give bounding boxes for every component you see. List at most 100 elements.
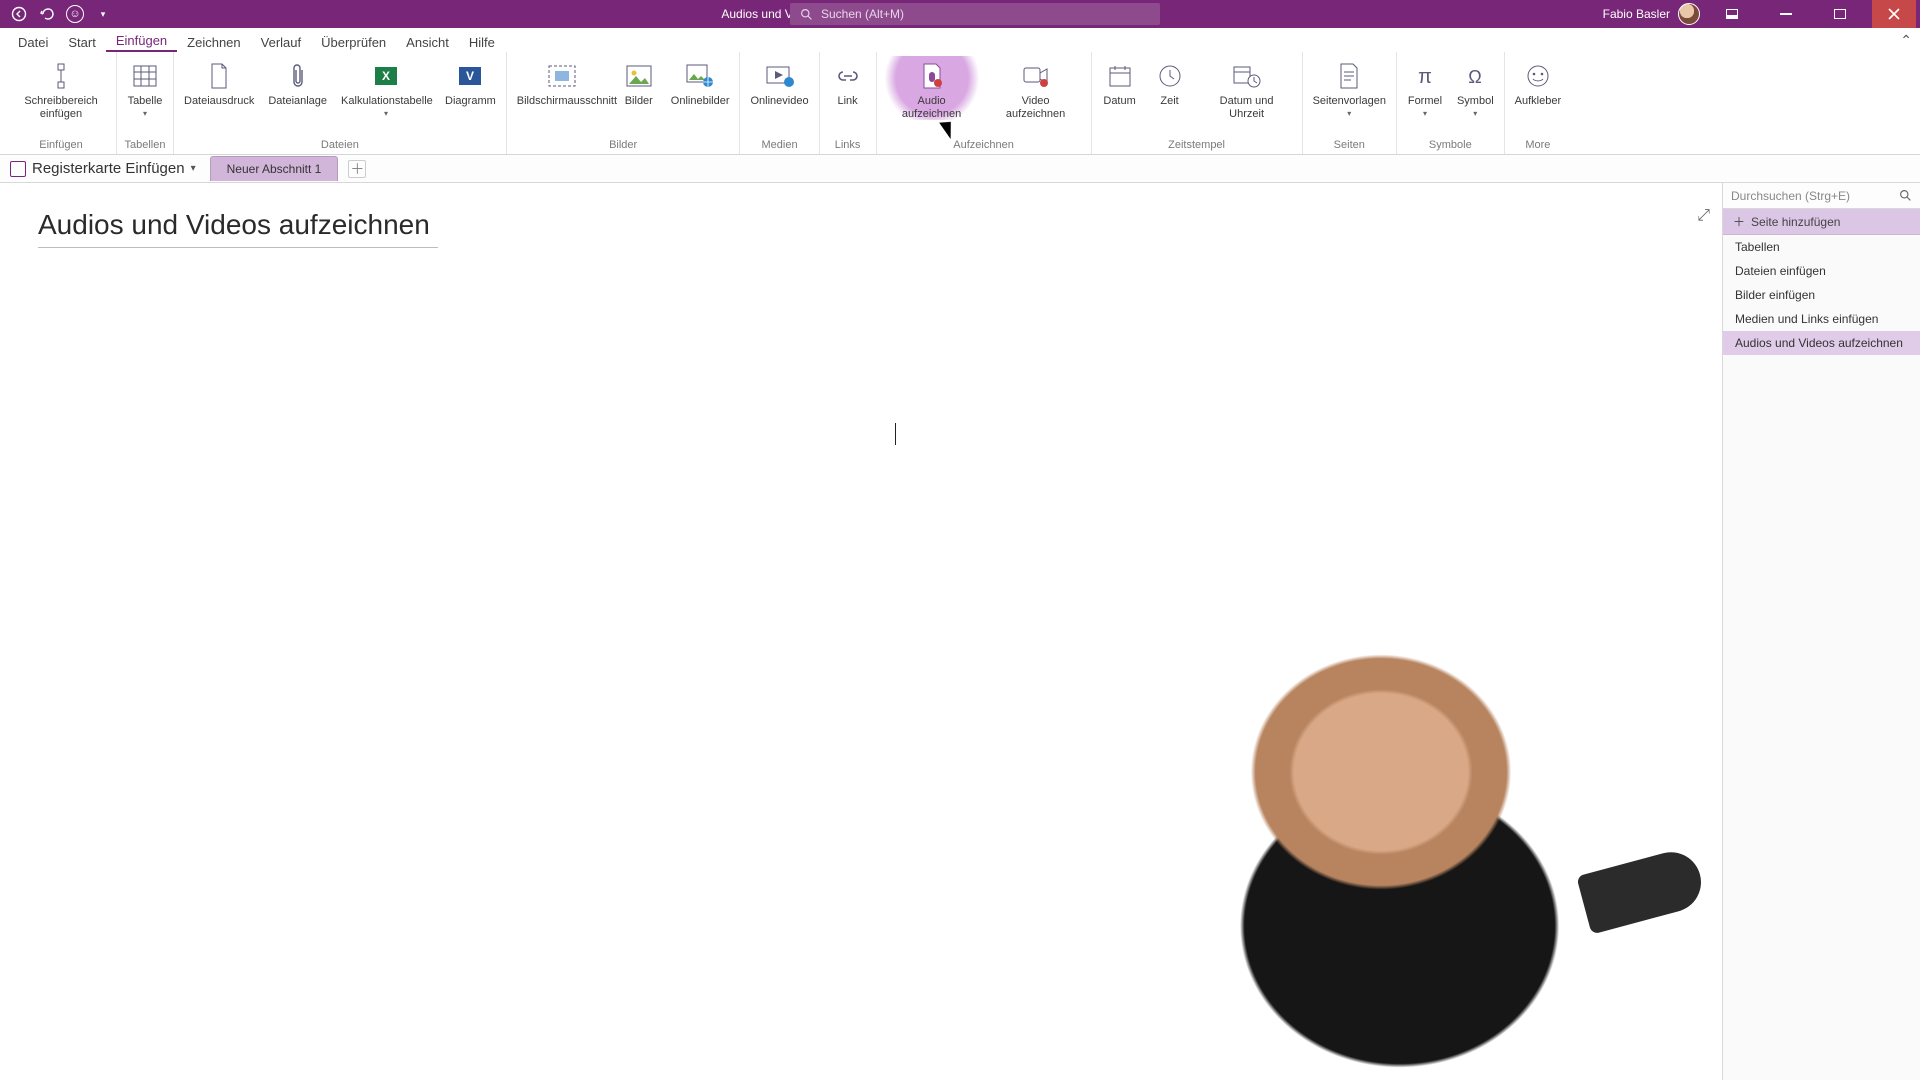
- diagram-button[interactable]: V Diagramm: [439, 56, 502, 108]
- ribbon-tabs: Datei Start Einfügen Zeichnen Verlauf Üb…: [0, 28, 1920, 52]
- clock-icon: [1154, 60, 1186, 92]
- search-box[interactable]: [790, 3, 1160, 25]
- spreadsheet-button[interactable]: X Kalkulationstabelle ▾: [335, 56, 437, 118]
- online-pictures-button[interactable]: Onlinebilder: [665, 56, 736, 108]
- group-medien: Onlinevideo Medien: [740, 52, 819, 154]
- avatar: [1678, 3, 1700, 25]
- chevron-down-icon: ▾: [1473, 109, 1477, 118]
- tab-datei[interactable]: Datei: [8, 31, 58, 52]
- section-bar: Registerkarte Einfügen ▾ Neuer Abschnitt…: [0, 155, 1920, 183]
- sync-icon[interactable]: ☺: [66, 5, 84, 23]
- user-name: Fabio Basler: [1603, 7, 1670, 21]
- group-label: More: [1525, 137, 1550, 154]
- insert-space-button[interactable]: Schreibbereich einfügen: [10, 56, 112, 120]
- record-audio-button[interactable]: Audio aufzeichnen: [881, 56, 983, 120]
- page-search-input[interactable]: [1731, 189, 1899, 203]
- plus-icon: ＋: [1733, 213, 1745, 230]
- group-tabellen: Tabelle ▾ Tabellen: [117, 52, 174, 154]
- tab-verlauf[interactable]: Verlauf: [251, 31, 311, 52]
- back-icon[interactable]: [10, 5, 28, 23]
- visio-icon: V: [454, 60, 486, 92]
- online-picture-icon: [684, 60, 716, 92]
- tab-ansicht[interactable]: Ansicht: [396, 31, 459, 52]
- group-more: Aufkleber More: [1505, 52, 1571, 154]
- tab-hilfe[interactable]: Hilfe: [459, 31, 505, 52]
- page-templates-button[interactable]: Seitenvorlagen ▾: [1307, 56, 1392, 118]
- group-label: Seiten: [1334, 137, 1365, 154]
- chevron-down-icon: ▾: [1423, 109, 1427, 118]
- link-button[interactable]: Link: [824, 56, 872, 108]
- datetime-button[interactable]: Datum und Uhrzeit: [1196, 56, 1298, 120]
- svg-text:Ω: Ω: [1469, 67, 1482, 87]
- page-search[interactable]: [1723, 183, 1920, 209]
- symbol-button[interactable]: Ω Symbol ▾: [1451, 56, 1500, 118]
- calendar-icon: [1104, 60, 1136, 92]
- tab-ueberpruefen[interactable]: Überprüfen: [311, 31, 396, 52]
- page-list-item[interactable]: Medien und Links einfügen: [1723, 307, 1920, 331]
- online-video-button[interactable]: Onlinevideo: [744, 56, 814, 108]
- search-icon: [800, 8, 813, 21]
- page-canvas[interactable]: Audios und Videos aufzeichnen ⤢: [0, 183, 1722, 1080]
- minimize-button[interactable]: [1764, 0, 1808, 28]
- maximize-button[interactable]: [1818, 0, 1862, 28]
- notebook-selector[interactable]: Registerkarte Einfügen ▾: [6, 158, 200, 179]
- user-account[interactable]: Fabio Basler: [1603, 3, 1700, 25]
- main-area: Audios und Videos aufzeichnen ⤢ ＋ Seite …: [0, 183, 1920, 1080]
- group-label: Bilder: [609, 137, 637, 154]
- page-list-item[interactable]: Bilder einfügen: [1723, 283, 1920, 307]
- time-button[interactable]: Zeit: [1146, 56, 1194, 108]
- section-tab[interactable]: Neuer Abschnitt 1: [210, 156, 339, 181]
- microphone-icon: [1576, 845, 1707, 934]
- tab-einfuegen[interactable]: Einfügen: [106, 29, 177, 52]
- svg-text:X: X: [382, 69, 390, 83]
- symbol-icon: Ω: [1459, 60, 1491, 92]
- page-list-item[interactable]: Audios und Videos aufzeichnen: [1723, 331, 1920, 355]
- equation-button[interactable]: π Formel ▾: [1401, 56, 1449, 118]
- text-caret: [895, 423, 896, 445]
- chevron-down-icon: ▾: [384, 109, 388, 118]
- webcam-overlay: [1102, 640, 1722, 1080]
- page-list-panel: ＋ Seite hinzufügen Tabellen Dateien einf…: [1722, 183, 1920, 1080]
- group-dateien: Dateiausdruck Dateianlage X Kalkulations…: [174, 52, 507, 154]
- tab-start[interactable]: Start: [58, 31, 105, 52]
- group-label: Einfügen: [39, 137, 82, 154]
- page-list-item[interactable]: Tabellen: [1723, 235, 1920, 259]
- close-button[interactable]: [1872, 0, 1916, 28]
- expand-page-icon[interactable]: ⤢: [1697, 207, 1710, 225]
- excel-icon: X: [370, 60, 402, 92]
- group-links: Link Links: [820, 52, 877, 154]
- search-input[interactable]: [821, 7, 1150, 21]
- svg-text:V: V: [466, 69, 474, 83]
- add-page-button[interactable]: ＋ Seite hinzufügen: [1723, 209, 1920, 235]
- chevron-down-icon: ▾: [143, 109, 147, 118]
- pictures-button[interactable]: Bilder: [615, 56, 663, 108]
- screenshot-button[interactable]: Bildschirmausschnitt: [511, 56, 613, 108]
- equation-icon: π: [1409, 60, 1441, 92]
- search-icon: [1899, 189, 1912, 202]
- record-video-button[interactable]: Video aufzeichnen: [985, 56, 1087, 120]
- group-zeitstempel: Datum Zeit Datum und Uhrzeit Zeitstempel: [1092, 52, 1303, 154]
- page-list-item[interactable]: Dateien einfügen: [1723, 259, 1920, 283]
- file-printout-button[interactable]: Dateiausdruck: [178, 56, 260, 108]
- link-icon: [832, 60, 864, 92]
- file-attachment-button[interactable]: Dateianlage: [262, 56, 333, 108]
- stickers-button[interactable]: Aufkleber: [1509, 56, 1567, 108]
- add-section-button[interactable]: ＋: [348, 160, 366, 178]
- group-label: Tabellen: [125, 137, 166, 154]
- group-aufzeichnen: Audio aufzeichnen Video aufzeichnen Aufz…: [877, 52, 1092, 154]
- group-einfuegen: Schreibbereich einfügen Einfügen: [6, 52, 117, 154]
- insert-space-icon: [45, 60, 77, 92]
- group-label: Medien: [761, 137, 797, 154]
- collapse-ribbon-icon[interactable]: ⌃: [1900, 32, 1912, 49]
- audio-record-icon: [916, 60, 948, 92]
- page-title[interactable]: Audios und Videos aufzeichnen: [38, 209, 438, 248]
- tab-zeichnen[interactable]: Zeichnen: [177, 31, 250, 52]
- qat-customize-icon[interactable]: ▾: [94, 5, 112, 23]
- notebook-icon: [10, 161, 26, 177]
- table-button[interactable]: Tabelle ▾: [121, 56, 169, 118]
- date-button[interactable]: Datum: [1096, 56, 1144, 108]
- ribbon-display-icon[interactable]: [1710, 0, 1754, 28]
- undo-icon[interactable]: [38, 5, 56, 23]
- picture-icon: [623, 60, 655, 92]
- paperclip-icon: [282, 60, 314, 92]
